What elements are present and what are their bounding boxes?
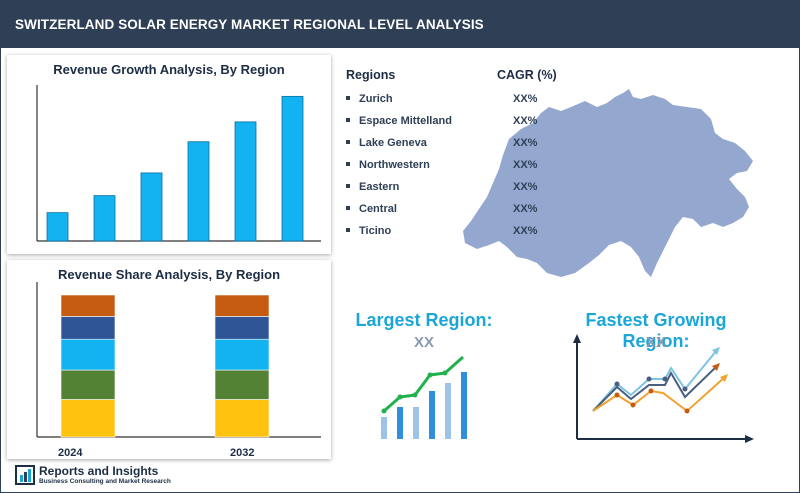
- logo-name: Reports and Insights: [39, 464, 159, 478]
- infographic: SWITZERLAND SOLAR ENERGY MARKET REGIONAL…: [0, 0, 800, 493]
- logo-tagline: Business Consulting and Market Research: [39, 478, 171, 485]
- trend-lines-icon: [573, 334, 754, 443]
- company-logo: Reports and Insights Business Consulting…: [15, 463, 195, 489]
- logo-mark-icon: [15, 465, 35, 485]
